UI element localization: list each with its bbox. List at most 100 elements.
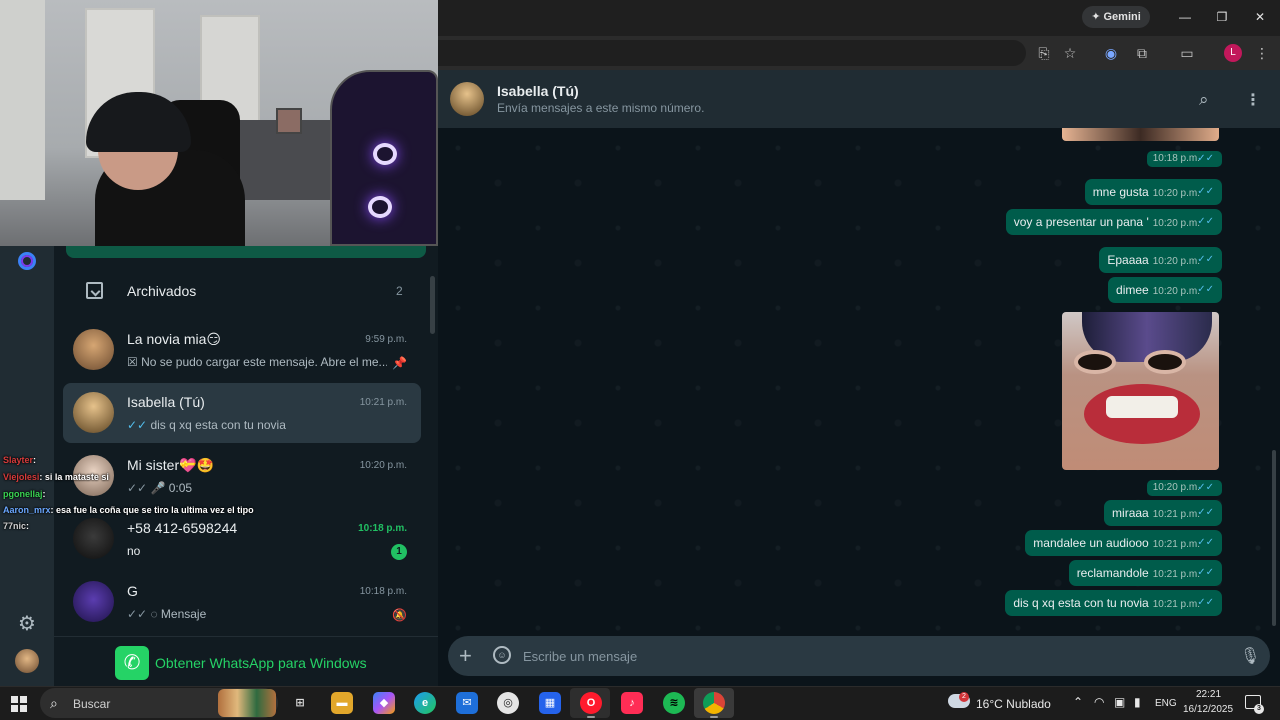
read-ticks-icon: ✓✓ (1197, 186, 1214, 197)
chat-avatar (73, 518, 114, 559)
message-bubble: dimee 10:20 p.m. ✓✓ (1108, 277, 1222, 303)
twitch-text: : si la mataste si (39, 472, 109, 482)
edge-icon[interactable]: e (414, 692, 436, 714)
task-view-icon[interactable]: ⊞ (289, 692, 311, 714)
archive-icon[interactable] (86, 282, 103, 299)
settings-icon[interactable]: ⚙ (17, 614, 37, 634)
clock-date[interactable]: 16/12/2025 (1183, 704, 1233, 715)
twitch-chat-line: Aaron_mrx: esa fue la coña que se tiro l… (3, 505, 254, 515)
conversation-header[interactable] (438, 70, 1280, 128)
obs-icon[interactable]: ◎ (497, 692, 519, 714)
message-input[interactable] (523, 646, 1213, 666)
message-time: 10:20 p.m. (1152, 256, 1200, 267)
extensions-puzzle-icon[interactable]: ⧉ (1133, 44, 1151, 62)
twitch-text: : (33, 455, 37, 465)
image-message[interactable] (1062, 128, 1219, 141)
chat-row-la-novia-mia[interactable]: La novia mia😏 9:59 p.m. ☒ No se pudo car… (63, 320, 421, 380)
chat-time: 10:20 p.m. (359, 460, 407, 471)
store-icon[interactable]: ▦ (539, 692, 561, 714)
message-time: 10:20 p.m. (1152, 188, 1200, 199)
reading-mode-icon[interactable]: ▭ (1178, 44, 1196, 62)
spotify-icon[interactable]: ≋ (663, 692, 685, 714)
bookmark-star-icon[interactable]: ☆ (1061, 44, 1079, 62)
conversation-scrollbar[interactable] (1272, 450, 1276, 626)
webcam-overlay (0, 0, 438, 246)
sent-ticks-icon: ✓✓ (127, 607, 148, 621)
unread-badge: 1 (391, 544, 407, 560)
search-highlight-image[interactable] (218, 689, 276, 717)
message-text: mandalee un audiooo (1033, 536, 1149, 550)
network-icon[interactable]: ▣ (1114, 695, 1125, 709)
conversation-subtitle: Envía mensajes a este mismo número. (497, 101, 705, 115)
chat-time: 10:18 p.m. (358, 523, 407, 534)
clock-time[interactable]: 22:21 (1196, 689, 1221, 700)
browser-profile-avatar[interactable]: L (1224, 44, 1242, 62)
twitch-chat-line: pgonellaj: (3, 489, 46, 499)
get-whatsapp-link[interactable]: Obtener WhatsApp para Windows (155, 655, 367, 671)
archived-count: 2 (396, 284, 403, 298)
message-time: 10:20 p.m. (1152, 218, 1200, 229)
profile-avatar[interactable] (15, 649, 39, 673)
chat-preview: ✓✓ 🎤 0:05 (127, 481, 387, 495)
chat-list-scrollbar[interactable] (430, 276, 435, 334)
chat-avatar (73, 581, 114, 622)
message-bubble: reclamandole 10:21 p.m. ✓✓ (1068, 560, 1222, 586)
read-ticks-icon: ✓✓ (1197, 216, 1214, 227)
twitch-user: 77nic (3, 521, 27, 531)
chat-preview-text: ◌ Mensaje (150, 607, 207, 621)
attach-plus-icon[interactable]: + (459, 644, 472, 668)
read-ticks-icon: ✓✓ (1197, 153, 1214, 164)
chat-name: La novia mia😏 (127, 331, 221, 347)
twitch-text: : (26, 521, 30, 531)
copilot-icon[interactable]: ◆ (373, 692, 395, 714)
language-indicator[interactable]: ENG (1155, 698, 1177, 709)
microphone-icon[interactable]: 🎙 (1240, 646, 1260, 666)
menu-icon[interactable]: ⋮ (1245, 90, 1261, 110)
extension-icon[interactable]: ◉ (1102, 44, 1120, 62)
chat-row-isabella[interactable]: Isabella (Tú) 10:21 p.m. ✓✓ dis q xq est… (63, 383, 421, 443)
maximize-button[interactable]: ❐ (1209, 6, 1235, 28)
whatsapp-logo-icon[interactable]: ✆ (115, 646, 149, 680)
opera-icon[interactable]: O (580, 692, 602, 718)
meta-ai-icon[interactable] (18, 252, 36, 270)
microphone-tray-icon[interactable]: ▮ (1134, 695, 1141, 709)
message-text: mne gusta (1092, 185, 1149, 199)
emoji-sticker-icon[interactable]: ☺ (493, 646, 511, 664)
archived-label[interactable]: Archivados (127, 283, 196, 299)
muted-icon: 🔕 (392, 608, 407, 622)
browser-menu-icon[interactable]: ⋮ (1253, 44, 1271, 62)
message-text: voy a presentar un pana ' (1013, 215, 1149, 229)
message-time: 10:20 p.m. (1152, 482, 1200, 493)
read-ticks-icon: ✓✓ (1197, 567, 1214, 578)
chrome-icon[interactable] (703, 692, 725, 718)
chat-preview: ✓✓ dis q xq esta con tu novia (127, 418, 387, 432)
conversation-avatar[interactable] (450, 82, 484, 116)
install-app-icon[interactable]: ⎘ (1035, 44, 1053, 62)
twitch-user: Aaron_mrx (3, 505, 51, 515)
message-time: 10:18 p.m. (1152, 153, 1200, 164)
message-bubble: miraaa 10:21 p.m. ✓✓ (1104, 500, 1222, 526)
chat-row-mi-sister[interactable]: Mi sister💝🤩 10:20 p.m. ✓✓ 🎤 0:05 (63, 446, 421, 506)
image-message[interactable] (1062, 312, 1219, 470)
search-icon[interactable]: ⌕ (1199, 90, 1209, 110)
weather-text[interactable]: 16°C Nublado (976, 697, 1051, 711)
address-bar[interactable] (438, 40, 1026, 66)
message-bubble: Epaaaa 10:20 p.m. ✓✓ (1099, 247, 1222, 273)
message-time: 10:20 p.m. (1152, 286, 1200, 297)
taskbar-search-label: Buscar (73, 697, 111, 711)
close-button[interactable]: ✕ (1247, 6, 1273, 28)
minimize-button[interactable]: — (1172, 6, 1198, 28)
wifi-icon[interactable]: ◠ (1094, 695, 1104, 709)
start-windows-icon[interactable] (11, 696, 27, 712)
chat-time: 10:21 p.m. (359, 397, 407, 408)
gemini-button[interactable]: ✦ Gemini (1082, 6, 1150, 28)
conversation-name[interactable]: Isabella (Tú) (497, 83, 579, 99)
chevron-up-icon[interactable]: ⌃ (1073, 695, 1083, 709)
file-explorer-icon[interactable]: ▬ (331, 692, 353, 714)
chat-row-g[interactable]: G 10:18 p.m. ✓✓ ◌ Mensaje 🔕 (63, 572, 421, 632)
read-ticks-icon: ✓✓ (1197, 507, 1214, 518)
tiktok-icon[interactable]: ♪ (621, 692, 643, 714)
chat-row-58-412[interactable]: +58 412-6598244 10:18 p.m. no 1 (63, 509, 421, 569)
mail-icon[interactable]: ✉ (456, 692, 478, 714)
message-bubble: 10:20 p.m. ✓✓ (1146, 480, 1222, 496)
